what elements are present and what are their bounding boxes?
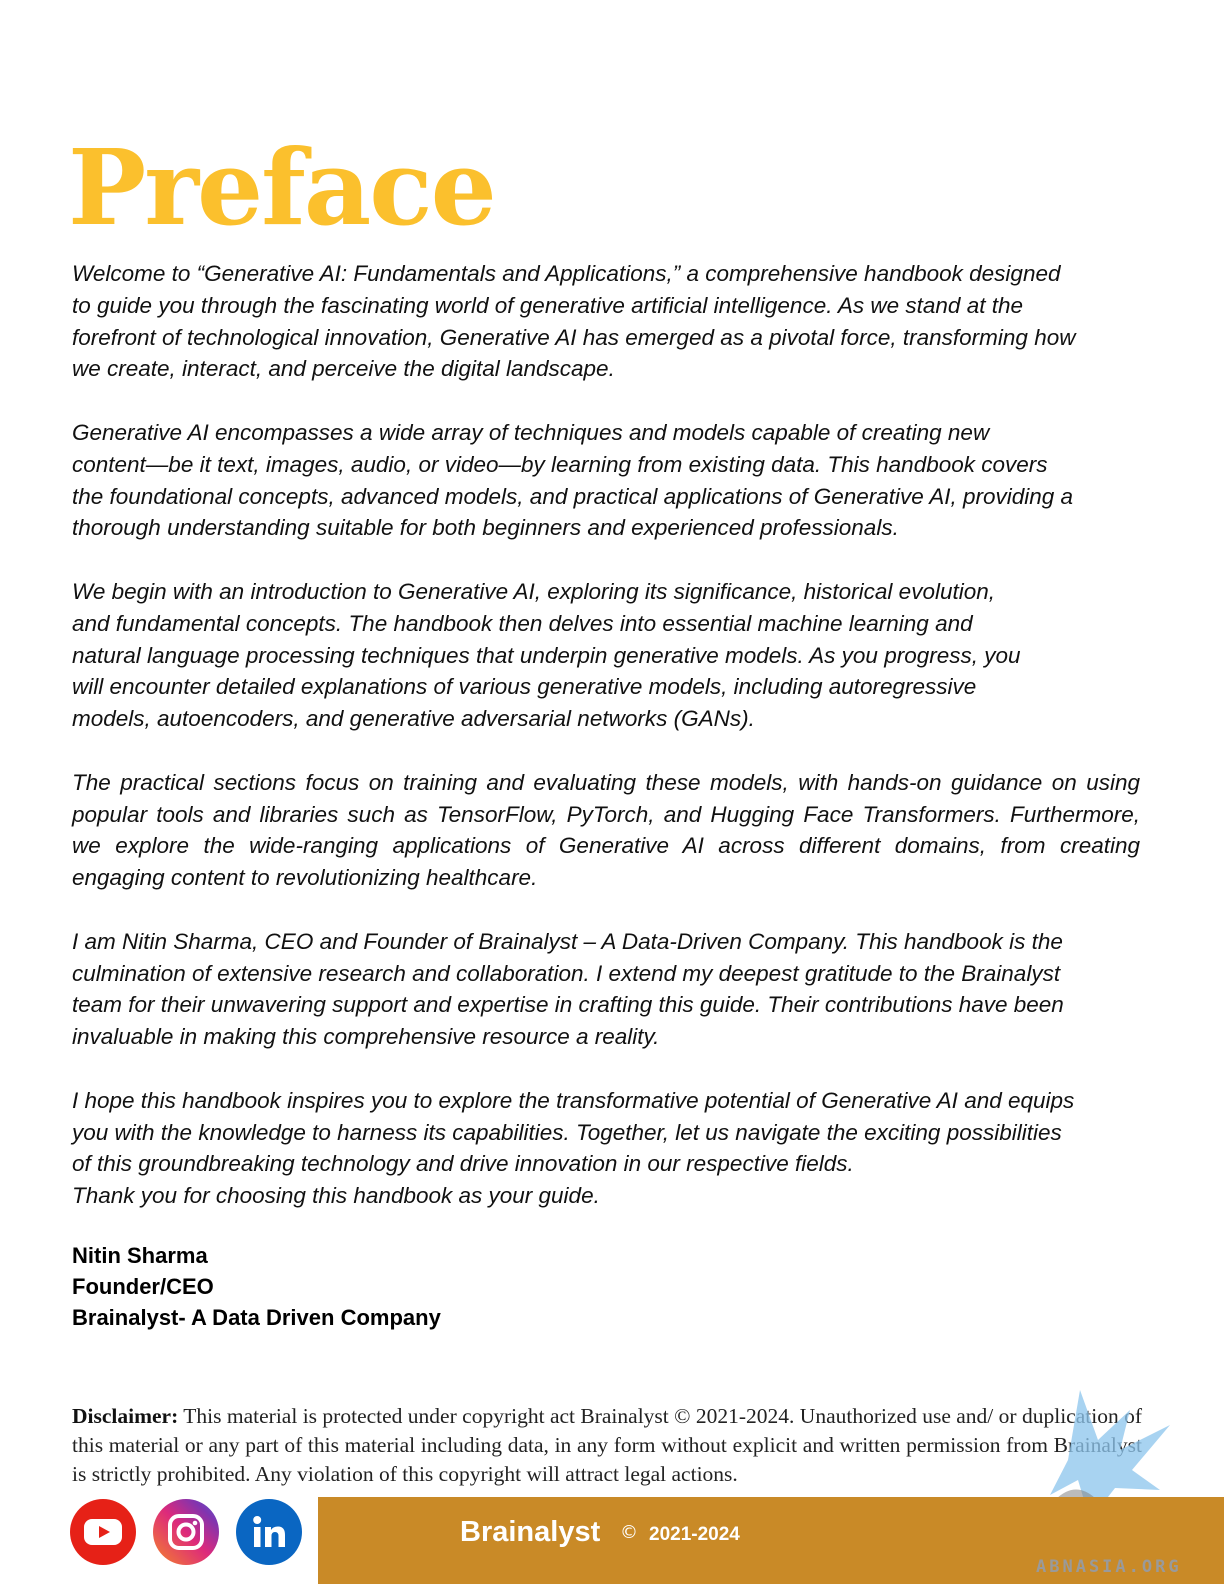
paragraph-structure: We begin with an introduction to Generat…: [72, 578, 1021, 732]
footer-years: 2021-2024: [649, 1524, 740, 1545]
signature-name: Nitin Sharma: [72, 1243, 208, 1268]
page: Preface Welcome to “Generative AI: Funda…: [0, 0, 1224, 1584]
instagram-link[interactable]: [153, 1499, 219, 1565]
youtube-link[interactable]: [70, 1499, 136, 1565]
youtube-icon: [84, 1519, 122, 1545]
copyright-symbol: ©: [620, 1522, 638, 1543]
signature-role: Founder/CEO: [72, 1274, 214, 1299]
footer-brand: Brainalyst: [460, 1516, 601, 1548]
linkedin-icon: [253, 1516, 285, 1547]
page-title: Preface: [68, 126, 497, 249]
instagram-icon: [168, 1514, 204, 1550]
paragraph-closing: I hope this handbook inspires you to exp…: [72, 1087, 1075, 1209]
paragraph-welcome: Welcome to “Generative AI: Fundamentals …: [72, 261, 1076, 382]
linkedin-link[interactable]: [236, 1499, 302, 1565]
disclaimer: Disclaimer: This material is protected u…: [72, 1402, 1142, 1489]
disclaimer-text: This material is protected under copyrig…: [72, 1404, 1142, 1486]
signature-company: Brainalyst- A Data Driven Company: [72, 1305, 441, 1330]
watermark-site-text: ABNASIA.ORG: [1036, 1557, 1182, 1577]
paragraph-author: I am Nitin Sharma, CEO and Founder of Br…: [72, 928, 1064, 1050]
disclaimer-label: Disclaimer:: [72, 1404, 179, 1428]
signature-block: Nitin Sharma Founder/CEO Brainalyst- A D…: [72, 1240, 441, 1333]
paragraph-practical: The practical sections focus on training…: [72, 769, 1140, 891]
paragraph-overview: Generative AI encompasses a wide array o…: [72, 419, 1074, 541]
preface-body: Welcome to “Generative AI: Fundamentals …: [72, 258, 1140, 1244]
